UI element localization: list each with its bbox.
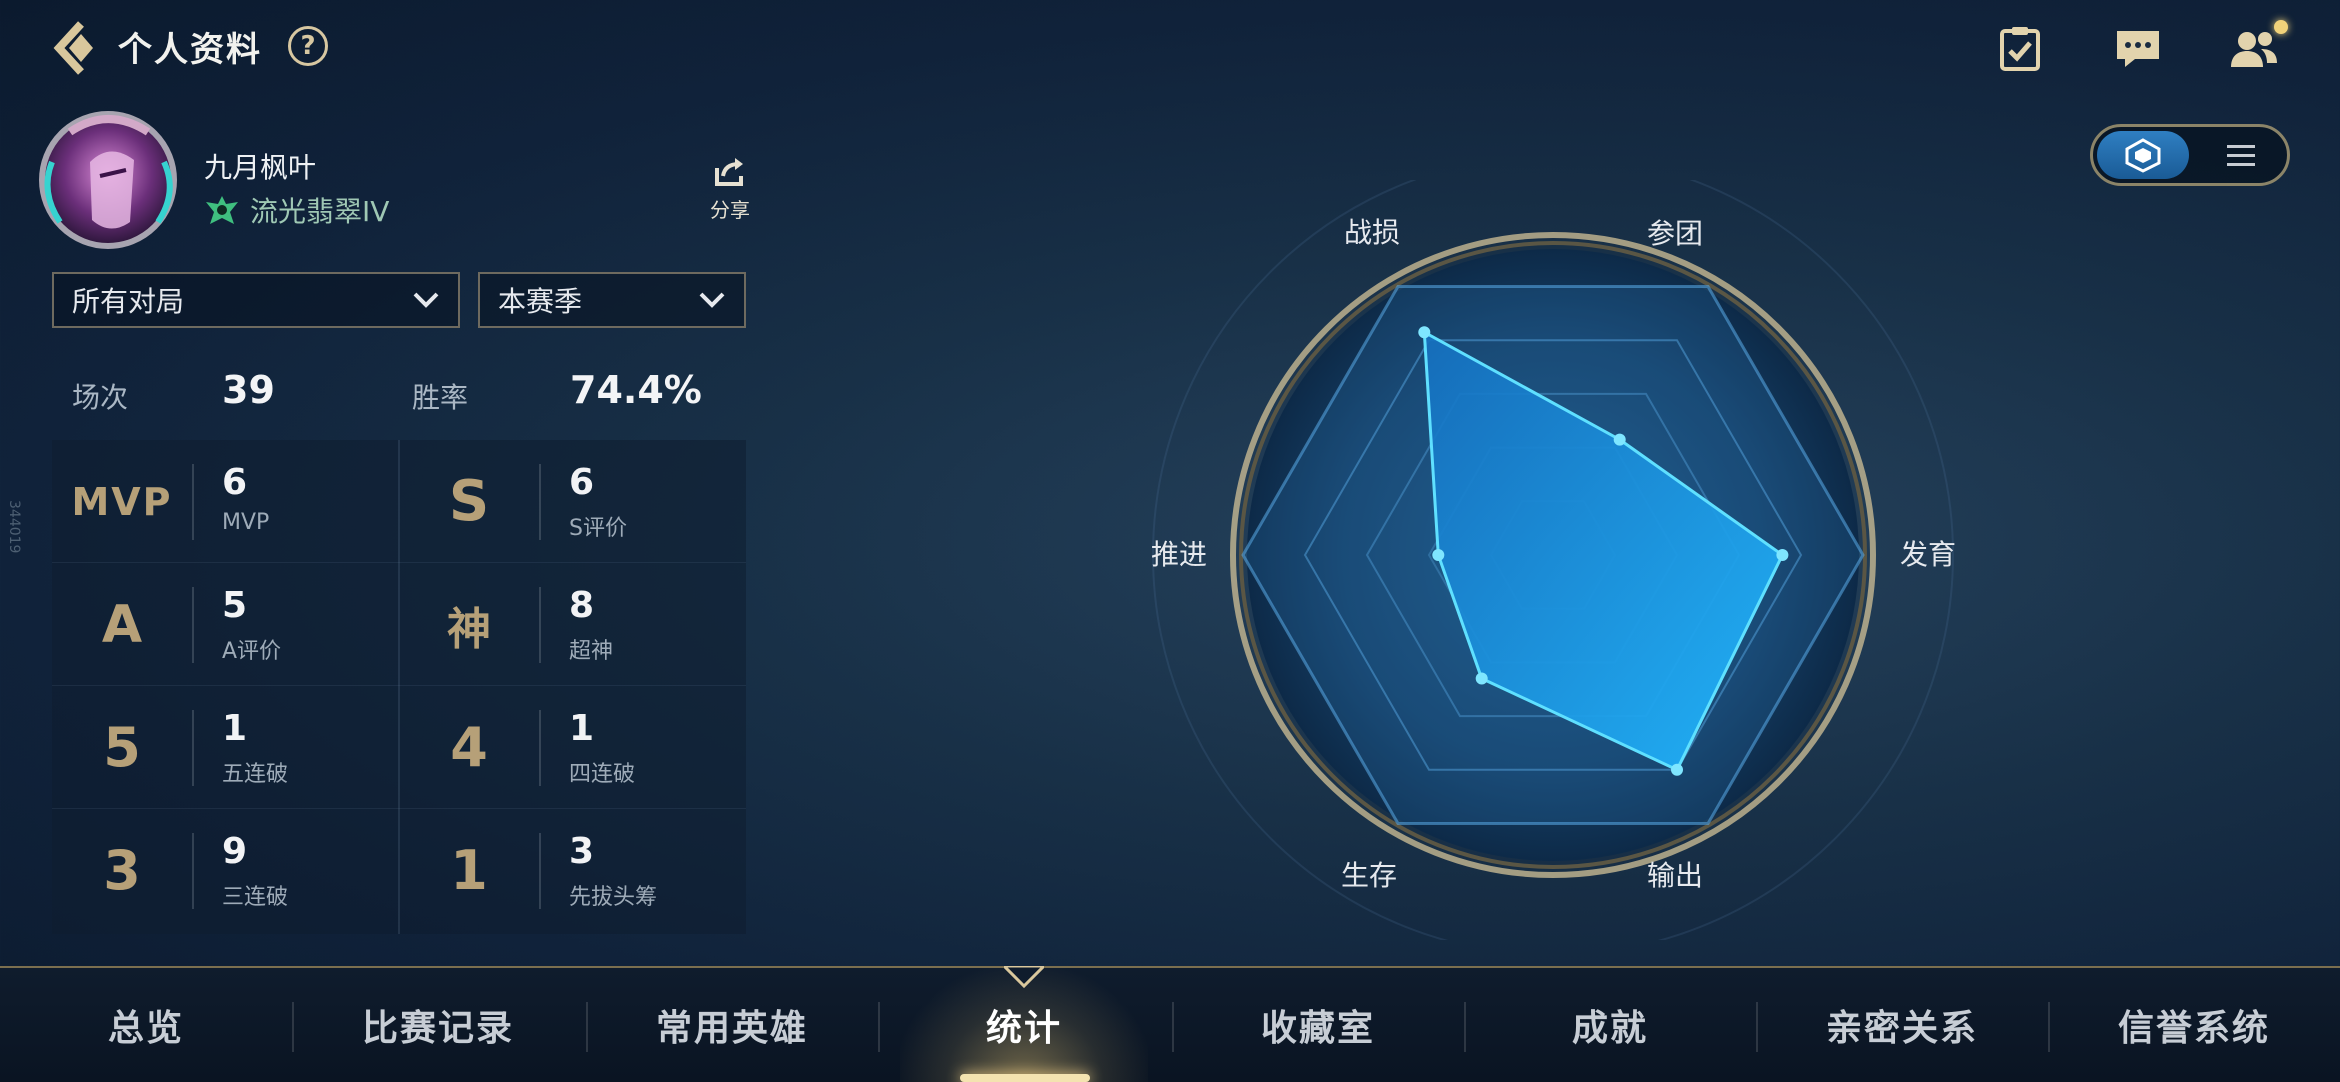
radar-point-0 (1613, 433, 1626, 446)
stat-label: A评价 (222, 639, 282, 664)
avatar[interactable] (30, 102, 190, 252)
radar-view-button[interactable] (2097, 131, 2189, 179)
rank-label: 流光翡翠IV (250, 195, 390, 228)
share-button[interactable]: 分享 (700, 156, 760, 223)
matches-label: 场次 (72, 381, 129, 414)
a-rating-icon: A (101, 594, 143, 655)
s-rating-icon: S (448, 469, 490, 534)
clipboard-check-icon (2000, 27, 2040, 71)
tab-overview[interactable]: 总览 (0, 968, 292, 1082)
radar-point-3 (1475, 672, 1488, 685)
page-title: 个人资料 (118, 30, 262, 70)
tab-collection[interactable]: 收藏室 (1172, 968, 1464, 1082)
help-button[interactable]: ? (288, 26, 328, 66)
stat-penta-kill: 5 1 五连破 (52, 686, 399, 809)
axis-label-survival: 生存 (1341, 859, 1397, 892)
list-icon (2227, 145, 2255, 166)
season-select[interactable]: 本赛季 (478, 272, 746, 328)
matches-value: 39 (222, 368, 275, 412)
axis-label-teamfight: 参团 (1647, 217, 1703, 250)
quadra-kill-icon: 4 (450, 716, 488, 779)
stat-value: 6 (222, 462, 248, 503)
stat-value: 6 (569, 462, 595, 503)
player-name: 九月枫叶 (204, 151, 317, 184)
rank-row: 流光翡翠IV (204, 190, 389, 230)
stat-label: S评价 (569, 516, 627, 541)
chevron-down-icon (413, 292, 439, 308)
stat-value: 1 (222, 708, 248, 749)
tab-statistics[interactable]: 统计 (878, 968, 1170, 1082)
stat-value: 8 (569, 585, 595, 626)
side-id: 344019 (6, 500, 22, 554)
stat-label: 五连破 (222, 762, 289, 787)
legendary-icon: 神 (447, 603, 491, 655)
notification-dot (2274, 20, 2288, 34)
radar-point-2 (1671, 763, 1683, 776)
stat-label: 超神 (569, 639, 614, 664)
radar-chart: 参团 发育 输出 生存 推进 战损 (1151, 180, 1956, 940)
stat-value: 5 (222, 585, 248, 626)
stat-s-rating: S 6 S评价 (399, 440, 746, 563)
stat-a-rating: A 5 A评价 (52, 563, 399, 686)
radar-point-1 (1776, 549, 1789, 561)
tab-match-history[interactable]: 比赛记录 (292, 968, 584, 1082)
winrate-label: 胜率 (412, 381, 469, 414)
list-view-button[interactable] (2195, 131, 2287, 179)
mvp-badge-icon: MVP (71, 479, 173, 524)
chevron-down-icon (699, 292, 725, 308)
rank-emblem-icon (206, 196, 238, 224)
chat-button[interactable] (2110, 20, 2166, 76)
triple-kill-icon: 3 (103, 839, 141, 902)
tab-achievements[interactable]: 成就 (1464, 968, 1756, 1082)
axis-label-kda: 战损 (1344, 216, 1400, 249)
stat-value: 1 (569, 708, 595, 749)
view-toggle[interactable] (2090, 124, 2290, 186)
mode-select-value: 所有对局 (72, 285, 185, 318)
friends-icon (2231, 32, 2277, 67)
stat-label: 先拔头筹 (569, 885, 658, 910)
stat-mvp: MVP 6 MVP (52, 440, 399, 563)
bottom-nav: 总览 比赛记录 常用英雄 统计 收藏室 成就 亲密关系 信誉系统 (0, 966, 2340, 1082)
stat-triple-kill: 3 9 三连破 (52, 809, 399, 934)
chat-icon (2117, 31, 2159, 67)
back-button[interactable] (48, 18, 104, 78)
axis-label-damage: 输出 (1647, 859, 1703, 892)
active-tab-indicator (960, 1074, 1090, 1082)
radar-icon (2125, 138, 2161, 173)
stat-value: 9 (222, 831, 248, 872)
stat-label: 三连破 (222, 885, 289, 910)
share-icon (715, 158, 743, 186)
season-select-value: 本赛季 (498, 285, 583, 318)
penta-kill-icon: 5 (103, 716, 141, 779)
mode-select[interactable]: 所有对局 (52, 272, 460, 328)
back-arrow-icon (53, 21, 93, 75)
stat-quadra-kill: 4 1 四连破 (399, 686, 746, 809)
first-blood-icon: 1 (450, 839, 488, 902)
axis-label-push: 推进 (1151, 538, 1207, 571)
tab-heroes[interactable]: 常用英雄 (586, 968, 878, 1082)
stat-first-blood: 1 3 先拔头筹 (399, 809, 746, 934)
stat-value: 3 (569, 831, 595, 872)
stat-label: MVP (222, 510, 270, 535)
tab-credit-system[interactable]: 信誉系统 (2048, 968, 2340, 1082)
stat-label: 四连破 (569, 762, 636, 787)
tab-relationships[interactable]: 亲密关系 (1756, 968, 2048, 1082)
axis-label-growth: 发育 (1900, 538, 1956, 571)
stat-legendary: 神 8 超神 (399, 563, 746, 686)
stats-grid: MVP 6 MVP S 6 S评价 A 5 A评价 神 8 超神 5 1 五连破… (52, 440, 746, 934)
winrate-value: 74.4% (570, 368, 702, 412)
tasks-button[interactable] (1992, 20, 2048, 76)
radar-point-5 (1418, 326, 1431, 339)
share-label: 分享 (710, 198, 750, 222)
radar-point-4 (1432, 549, 1445, 561)
